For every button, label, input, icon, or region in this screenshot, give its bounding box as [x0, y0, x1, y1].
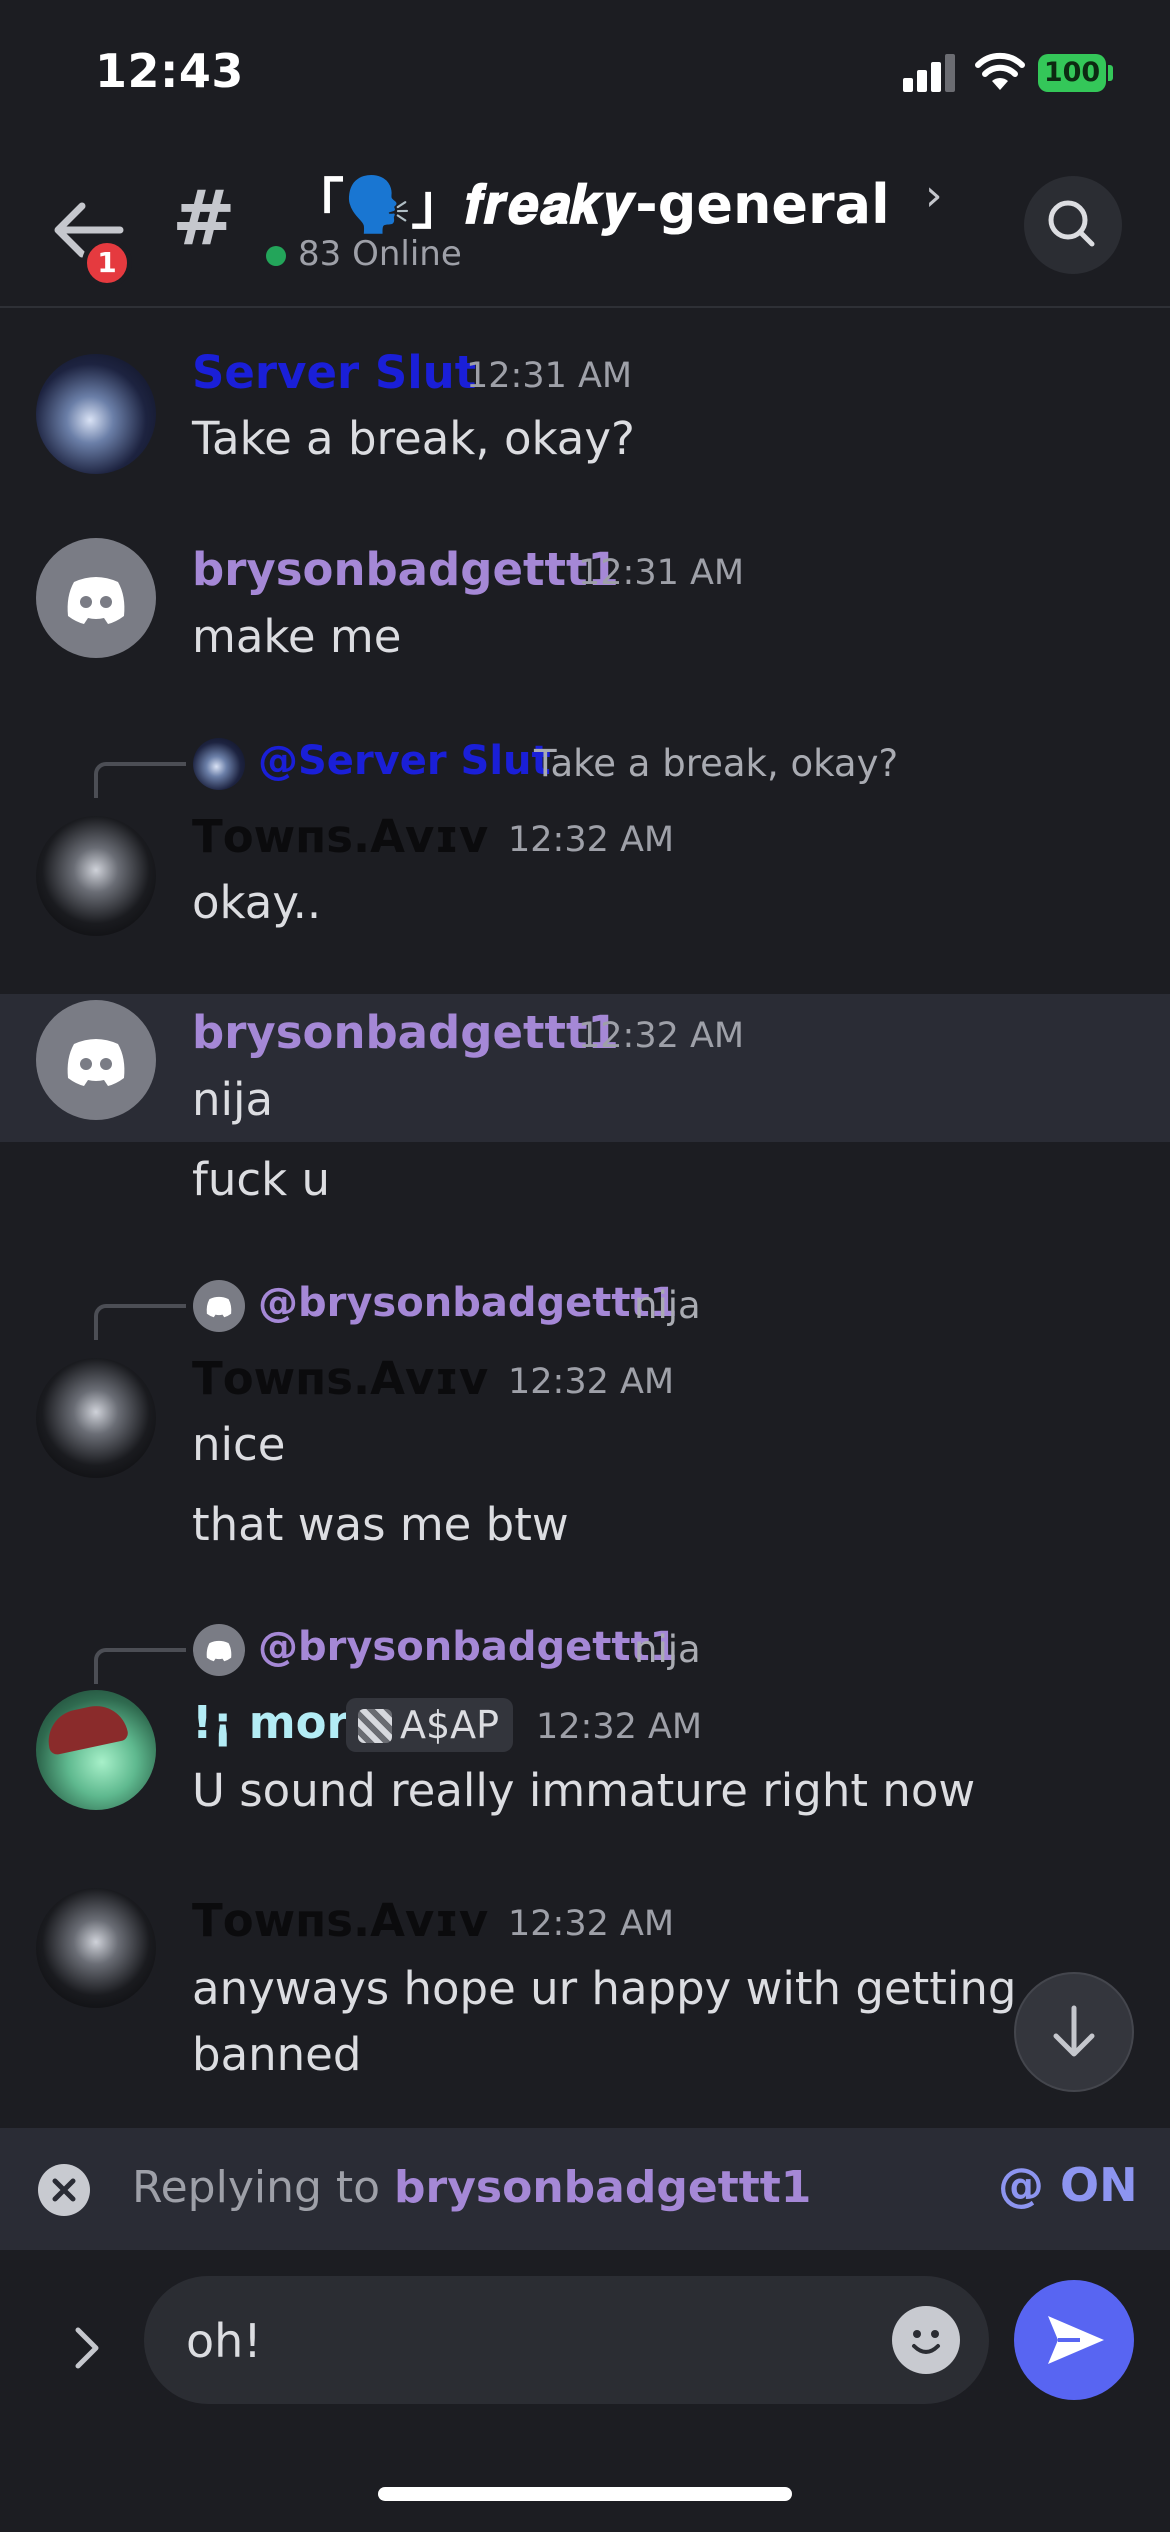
- message-text: Take a break, okay?: [192, 412, 635, 465]
- avatar[interactable]: [36, 538, 156, 658]
- replying-target: brysonbadgettt1: [394, 2162, 812, 2213]
- message-input[interactable]: [186, 2314, 886, 2368]
- channel-header: 1 # 「🗣️」𝒇𝒓𝒆𝒂𝒌𝒚-general › 83 Online: [0, 140, 1170, 308]
- message-timestamp: 12:32 AM: [508, 1362, 675, 1402]
- search-icon: [1048, 200, 1095, 247]
- replying-bar: Replying to brysonbadgettt1 @ ON: [0, 2128, 1170, 2250]
- message-text: okay..: [192, 876, 322, 929]
- message-timestamp: 12:32 AM: [508, 820, 675, 860]
- hash-icon: #: [172, 173, 236, 262]
- reply-snippet[interactable]: nija: [634, 1284, 701, 1327]
- reply-avatar: [193, 738, 245, 790]
- cancel-reply-button[interactable]: [38, 2164, 90, 2216]
- message-timestamp: 12:31 AM: [466, 356, 633, 396]
- reply-connector: [94, 762, 186, 798]
- reply-username[interactable]: @brysonbadgettt1: [258, 1624, 677, 1670]
- home-indicator: [378, 2487, 792, 2501]
- send-button[interactable]: [1014, 2280, 1134, 2400]
- avatar[interactable]: [36, 1690, 156, 1810]
- channel-title[interactable]: 「🗣️」𝒇𝒓𝒆𝒂𝒌𝒚-general: [290, 160, 890, 239]
- message-username[interactable]: !¡ mori: [192, 1696, 364, 1749]
- battery-tip: [1108, 65, 1113, 81]
- message-username[interactable]: Server Slut: [192, 346, 476, 399]
- replying-label: Replying to brysonbadgettt1: [132, 2162, 811, 2213]
- notification-badge: 1: [82, 238, 132, 288]
- role-tag-label: A$AP: [400, 1703, 500, 1747]
- chevron-right-icon[interactable]: ›: [925, 170, 943, 221]
- arrow-down-icon: [1053, 2005, 1095, 2057]
- send-icon: [1048, 2316, 1104, 2364]
- battery-level: 100: [1038, 54, 1106, 92]
- message-text: nice: [192, 1418, 286, 1471]
- reply-connector: [94, 1648, 186, 1684]
- chat-screen: 12:43 100 1 # 「🗣️」𝒇𝒓𝒆𝒂𝒌𝒚-general › 83 On…: [0, 0, 1170, 2532]
- reply-avatar: [193, 1280, 245, 1332]
- message-timestamp: 12:32 AM: [578, 1016, 745, 1056]
- message-text: banned: [192, 2028, 362, 2081]
- message-username[interactable]: Тᴏᴡпѕ.Аᴠɪᴠ: [192, 810, 488, 863]
- message-text: make me: [192, 610, 402, 663]
- message-username[interactable]: Тᴏᴡпѕ.Аᴠɪᴠ: [192, 1352, 488, 1405]
- message-username[interactable]: Тᴏᴡпѕ.Аᴠɪᴠ: [192, 1894, 488, 1947]
- close-icon: [52, 2178, 76, 2202]
- discord-icon: [206, 1296, 232, 1318]
- search-button[interactable]: [1024, 176, 1122, 274]
- message-text: anyways hope ur happy with getting: [192, 1962, 1017, 2015]
- message-text: U sound really immature right now: [192, 1764, 976, 1817]
- message-text: fuck u: [192, 1153, 330, 1206]
- replying-prefix: Replying to: [132, 2162, 395, 2213]
- role-tag[interactable]: A$AP: [346, 1698, 514, 1752]
- online-count: 83 Online: [298, 234, 462, 274]
- status-bar: 12:43 100: [0, 0, 1170, 140]
- avatar[interactable]: [36, 1000, 156, 1120]
- emoji-button[interactable]: [892, 2306, 960, 2374]
- avatar[interactable]: [36, 1888, 156, 2008]
- avatar[interactable]: [36, 1358, 156, 1478]
- message-timestamp: 12:31 AM: [578, 553, 745, 593]
- mention-toggle[interactable]: @ ON: [998, 2158, 1138, 2212]
- reply-avatar: [193, 1624, 245, 1676]
- reply-snippet[interactable]: Take a break, okay?: [534, 742, 898, 785]
- message-username[interactable]: brysonbadgettt1: [192, 543, 619, 596]
- message-text: that was me btw: [192, 1498, 569, 1551]
- status-time: 12:43: [95, 44, 244, 98]
- discord-icon: [67, 1039, 125, 1086]
- wifi-icon: [975, 52, 1025, 90]
- reply-username[interactable]: @Server Slut: [258, 738, 551, 784]
- emoji-icon: [912, 2330, 940, 2354]
- avatar[interactable]: [36, 816, 156, 936]
- cellular-signal-icon: [903, 54, 957, 92]
- reply-username[interactable]: @brysonbadgettt1: [258, 1280, 677, 1326]
- discord-icon: [206, 1640, 232, 1662]
- online-status-dot: [266, 246, 286, 266]
- message-timestamp: 12:32 AM: [508, 1904, 675, 1944]
- chevron-right-icon[interactable]: [58, 2306, 118, 2386]
- jump-to-latest-button[interactable]: [1014, 1972, 1134, 2092]
- message-text: nija: [192, 1073, 274, 1126]
- avatar[interactable]: [36, 354, 156, 474]
- message-username[interactable]: brysonbadgettt1: [192, 1006, 619, 1059]
- role-icon: [358, 1709, 392, 1743]
- message-input-container[interactable]: [144, 2276, 989, 2404]
- reply-snippet[interactable]: nija: [634, 1628, 701, 1671]
- message-timestamp: 12:32 AM: [536, 1707, 703, 1747]
- discord-icon: [67, 577, 125, 624]
- reply-connector: [94, 1304, 186, 1340]
